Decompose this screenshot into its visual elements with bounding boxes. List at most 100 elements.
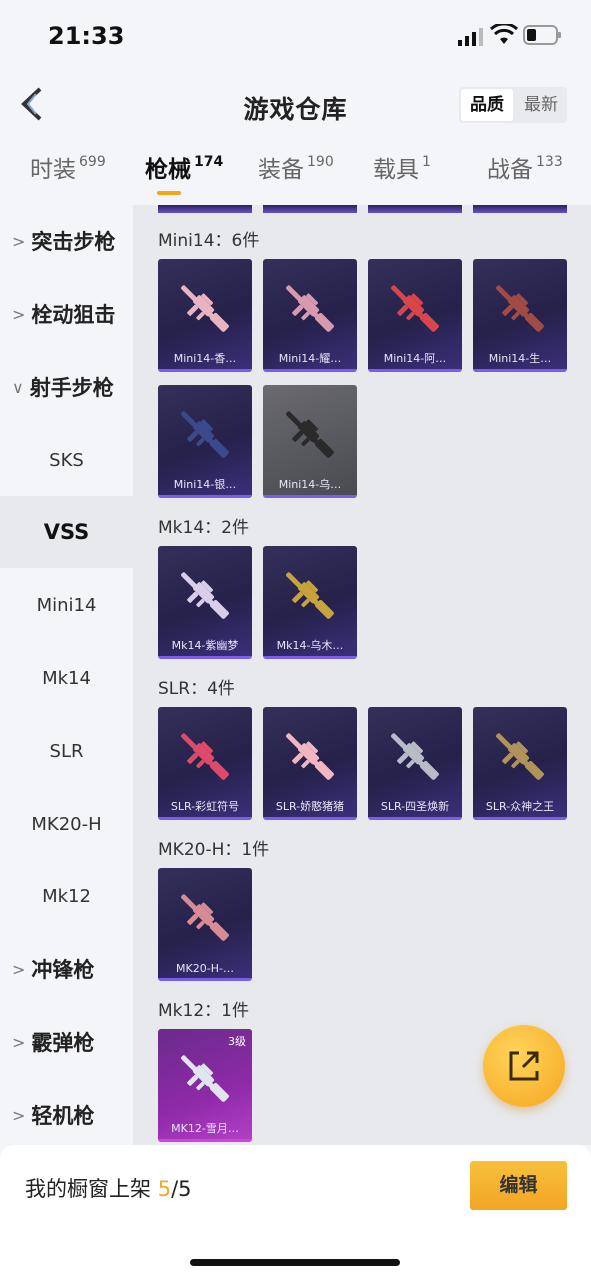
item-card[interactable]: Mk14-乌木… xyxy=(263,546,357,659)
rifle-icon xyxy=(181,411,229,458)
sidebar-item-label: 栓动狙击 xyxy=(31,303,116,327)
status-bar: 21:33 xyxy=(0,0,591,70)
sidebar-item-marksman[interactable]: ∨ 射手步枪 xyxy=(0,351,133,423)
home-indicator xyxy=(190,1259,400,1266)
rifle-icon xyxy=(286,733,334,780)
item-card[interactable]: 3级 MK12-雪月… xyxy=(158,1029,252,1142)
rifle-icon xyxy=(496,733,544,780)
tab-count: 190 xyxy=(307,154,334,170)
sort-toggle[interactable]: 品质 最新 xyxy=(459,87,567,123)
card-edge xyxy=(368,205,462,213)
sidebar-item-mini14[interactable]: Mini14 xyxy=(0,569,133,641)
signal-icon xyxy=(458,28,483,46)
chevron-right-icon: > xyxy=(12,959,26,979)
item-card[interactable]: MK20-H-… xyxy=(158,868,252,981)
tab-supplies[interactable]: 战备 133 xyxy=(487,150,563,184)
rifle-icon xyxy=(496,285,544,332)
sidebar-item-label: 冲锋枪 xyxy=(31,958,95,982)
sidebar-item-mk14[interactable]: Mk14 xyxy=(0,642,133,714)
sidebar-item-label: 霰弹枪 xyxy=(31,1031,95,1055)
edit-button[interactable]: 编辑 xyxy=(470,1161,567,1210)
active-tab-indicator xyxy=(157,191,181,195)
item-card[interactable]: SLR-众神之王 xyxy=(473,707,567,820)
item-name: SLR-娇憨猪猪 xyxy=(275,800,345,813)
item-card[interactable]: Mini14-生… xyxy=(473,259,567,372)
item-name: Mk14-紫幽梦 xyxy=(171,639,239,652)
sidebar-item-mk20h[interactable]: MK20-H xyxy=(0,788,133,860)
item-card[interactable]: Mini14-乌… xyxy=(263,385,357,498)
battery-icon xyxy=(523,25,561,45)
item-name: Mini14-银… xyxy=(173,478,237,491)
category-tabs: 时装 699 枪械 174 装备 190 载具 1 战备 133 xyxy=(0,150,591,205)
item-card[interactable]: SLR-四圣焕新 xyxy=(368,707,462,820)
sidebar-item-smg[interactable]: > 冲锋枪 xyxy=(0,933,133,1005)
item-card[interactable]: Mini14-阿… xyxy=(368,259,462,372)
rifle-icon xyxy=(391,733,439,780)
sidebar-item-label: 射手步枪 xyxy=(29,376,114,400)
tab-label: 战备 xyxy=(487,157,533,183)
item-card[interactable]: Mini14-耀… xyxy=(263,259,357,372)
tab-label: 枪械 xyxy=(145,157,191,183)
tab-count: 699 xyxy=(79,154,106,170)
item-name: Mini14-乌… xyxy=(278,478,342,491)
item-name: MK12-雪月… xyxy=(171,1122,239,1135)
sidebar-item-vss[interactable]: VSS xyxy=(0,496,133,568)
item-name: SLR-众神之王 xyxy=(485,800,555,813)
section-title-mk14: Mk14：2件 xyxy=(158,518,249,538)
showcase-current: 5 xyxy=(157,1177,172,1201)
tab-equipment[interactable]: 装备 190 xyxy=(258,150,334,184)
item-grid: Mini14：6件 Mini14-香… Mini14-耀… Mini14-阿… … xyxy=(133,205,591,1145)
item-level-badge: 3级 xyxy=(228,1035,246,1048)
tab-count: 174 xyxy=(194,154,224,170)
item-card[interactable]: Mini14-香… xyxy=(158,259,252,372)
tab-vehicles[interactable]: 载具 1 xyxy=(373,150,431,184)
sidebar-item-label: 突击步枪 xyxy=(31,230,116,254)
section-title-slr: SLR：4件 xyxy=(158,679,235,699)
sidebar-item-shotgun[interactable]: > 霰弹枪 xyxy=(0,1006,133,1078)
tab-label: 载具 xyxy=(373,157,419,183)
sidebar-item-assault[interactable]: > 突击步枪 xyxy=(0,205,133,277)
sort-quality[interactable]: 品质 xyxy=(461,89,513,121)
weapon-sidebar: > 突击步枪 > 栓动狙击 ∨ 射手步枪 SKS VSS Mini14 Mk14 SL… xyxy=(0,205,133,1145)
rifle-icon xyxy=(391,285,439,332)
tab-guns[interactable]: 枪械 174 xyxy=(145,150,223,184)
card-edge xyxy=(473,205,567,213)
tab-count: 133 xyxy=(536,154,563,170)
tab-fashion[interactable]: 时装 699 xyxy=(30,150,106,184)
item-card[interactable]: SLR-娇憨猪猪 xyxy=(263,707,357,820)
rifle-icon xyxy=(286,572,334,619)
item-name: Mini14-阿… xyxy=(383,352,447,365)
item-name: SLR-四圣焕新 xyxy=(380,800,450,813)
item-name: Mini14-香… xyxy=(173,352,237,365)
item-card[interactable]: Mini14-银… xyxy=(158,385,252,498)
tab-count: 1 xyxy=(422,154,431,170)
sort-latest[interactable]: 最新 xyxy=(515,87,567,123)
rifle-icon xyxy=(286,411,334,458)
sidebar-item-bolt[interactable]: > 栓动狙击 xyxy=(0,278,133,350)
item-name: Mini14-生… xyxy=(488,352,552,365)
chevron-right-icon: > xyxy=(12,1032,26,1052)
rifle-icon xyxy=(181,285,229,332)
sidebar-item-lmg[interactable]: > 轻机枪 xyxy=(0,1079,133,1151)
sidebar-item-label: 轻机枪 xyxy=(31,1104,95,1128)
item-name: Mk14-乌木… xyxy=(276,639,344,652)
share-button[interactable] xyxy=(483,1025,565,1107)
item-card[interactable]: SLR-彩虹符号 xyxy=(158,707,252,820)
item-card[interactable]: Mk14-紫幽梦 xyxy=(158,546,252,659)
rifle-icon xyxy=(181,733,229,780)
showcase-label: 我的橱窗上架 xyxy=(25,1177,151,1201)
sidebar-item-mk12[interactable]: Mk12 xyxy=(0,860,133,932)
card-edge xyxy=(158,205,252,213)
sidebar-item-slr[interactable]: SLR xyxy=(0,715,133,787)
sidebar-item-sks[interactable]: SKS xyxy=(0,424,133,496)
section-title-mk20h: MK20-H：1件 xyxy=(158,840,270,860)
status-time: 21:33 xyxy=(48,22,125,50)
item-name: MK20-H-… xyxy=(176,962,234,975)
rifle-icon xyxy=(286,285,334,332)
section-title-mini14: Mini14：6件 xyxy=(158,231,260,251)
chevron-down-icon: ∨ xyxy=(12,377,24,397)
showcase-total: /5 xyxy=(171,1177,192,1201)
tab-label: 装备 xyxy=(258,157,304,183)
chevron-right-icon: > xyxy=(12,1105,26,1125)
rifle-icon xyxy=(181,1055,229,1102)
